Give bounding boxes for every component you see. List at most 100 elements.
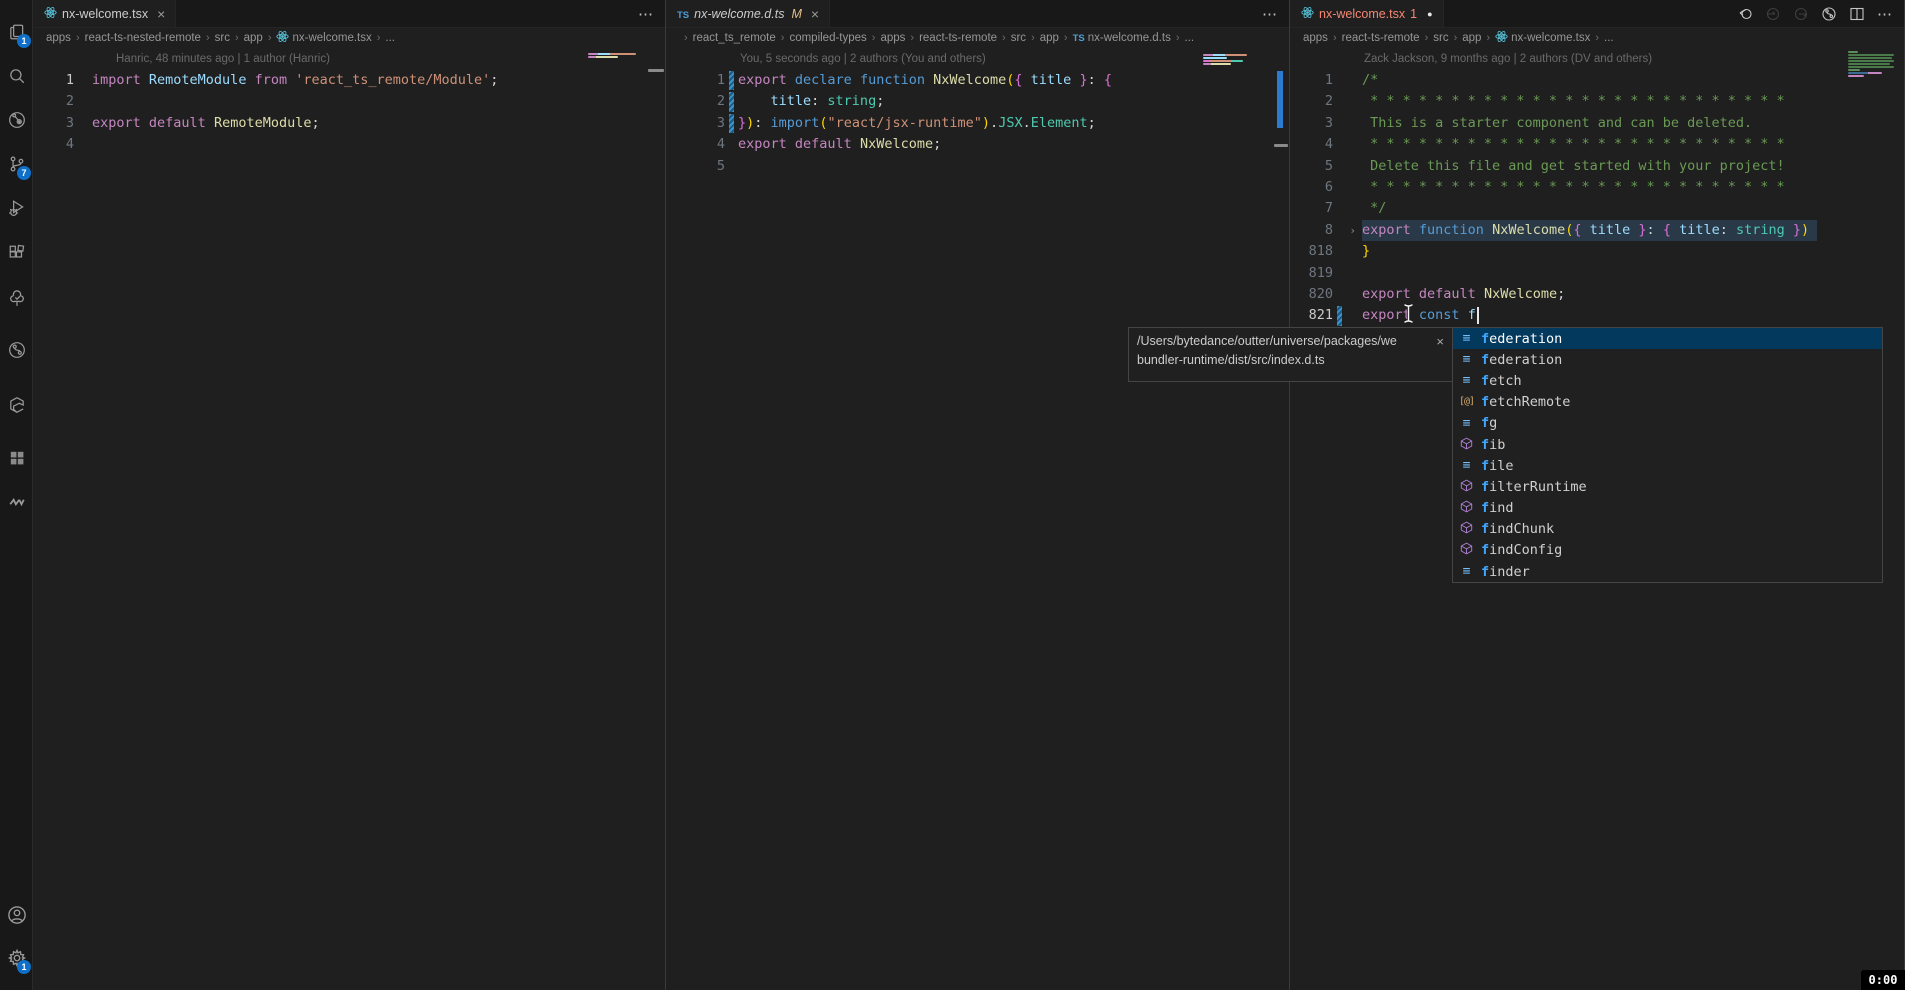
navigate-back-icon[interactable] <box>1737 6 1753 22</box>
breadcrumb-item[interactable]: app <box>1040 32 1059 44</box>
breadcrumb-item[interactable]: apps <box>46 32 71 44</box>
code-line[interactable]: 1import RemoteModule from 'react_ts_remo… <box>34 70 665 91</box>
code-line[interactable]: 820export default NxWelcome; <box>1291 284 1904 305</box>
breadcrumb-separator: › <box>1064 32 1068 44</box>
breadcrumb-item[interactable]: react-ts-remote <box>1342 32 1420 44</box>
editor-tab[interactable]: nx-welcome.tsx× <box>34 0 176 27</box>
breadcrumb-item[interactable]: src <box>1433 32 1448 44</box>
breadcrumb-item[interactable]: ... <box>1185 32 1195 44</box>
close-tab-icon[interactable]: × <box>811 6 819 22</box>
gutter <box>74 134 92 155</box>
suggest-item[interactable]: ≡fg <box>1453 413 1882 434</box>
pane-1-minimap-dash[interactable] <box>648 69 664 72</box>
tab-label: nx-welcome.tsx <box>1319 7 1405 21</box>
code-line[interactable]: 819 <box>1291 263 1904 284</box>
code-line[interactable]: 6 * * * * * * * * * * * * * * * * * * * … <box>1291 177 1904 198</box>
split-editor-icon[interactable] <box>1849 6 1865 22</box>
more-actions-icon[interactable]: ⋯ <box>638 5 653 23</box>
recording-timer: 0:00 <box>1861 970 1905 990</box>
activitybar-account-icon[interactable] <box>0 898 33 932</box>
suggest-item[interactable]: [@]fetchRemote <box>1453 392 1882 413</box>
suggest-item[interactable]: ≡federation <box>1453 328 1882 349</box>
breadcrumb-separator: › <box>76 32 80 44</box>
suggest-item[interactable]: findConfig <box>1453 540 1882 561</box>
code-line[interactable]: 4export default NxWelcome; <box>667 134 1289 155</box>
code-line[interactable]: 8›export function NxWelcome({ title }: {… <box>1291 220 1904 241</box>
pane-2-minimap-dash[interactable] <box>1274 144 1288 147</box>
suggest-item[interactable]: filterRuntime <box>1453 476 1882 497</box>
breadcrumb-item[interactable]: apps <box>1303 32 1328 44</box>
breadcrumb-item[interactable]: compiled-types <box>789 32 866 44</box>
code-line[interactable]: 5 Delete this file and get started with … <box>1291 156 1904 177</box>
activitybar-wave-icon[interactable] <box>0 485 33 519</box>
editor-tab[interactable]: nx-welcome.tsx1● <box>1291 0 1444 27</box>
activitybar-extensions-icon[interactable] <box>0 236 33 270</box>
activitybar-run-debug-icon[interactable] <box>0 191 33 225</box>
code-line[interactable]: 2 title: string; <box>667 91 1289 112</box>
breadcrumb-item[interactable]: react-ts-remote <box>919 32 997 44</box>
code-line[interactable]: 1export declare function NxWelcome({ tit… <box>667 70 1289 91</box>
activitybar-grid-icon[interactable] <box>0 441 33 475</box>
breadcrumb-item[interactable]: apps <box>880 32 905 44</box>
suggest-item[interactable]: find <box>1453 498 1882 519</box>
breadcrumb-separator: › <box>1454 32 1458 44</box>
activitybar-gitlens-icon[interactable] <box>0 103 33 137</box>
activitybar-hexagon-icon[interactable] <box>0 388 33 422</box>
breadcrumb-item[interactable]: nx-welcome.tsx <box>1495 30 1590 46</box>
code-line[interactable]: 7 */ <box>1291 198 1904 219</box>
code-line[interactable]: 2 <box>34 91 665 112</box>
code-line[interactable]: 821export const f <box>1291 305 1904 326</box>
code-line[interactable]: 2 * * * * * * * * * * * * * * * * * * * … <box>1291 91 1904 112</box>
suggest-item[interactable]: ≡fetch <box>1453 370 1882 391</box>
minimap-pane-3[interactable] <box>1848 51 1894 78</box>
text-cursor <box>1477 307 1479 324</box>
code-line[interactable]: 3export default RemoteModule; <box>34 113 665 134</box>
more-actions-icon[interactable]: ⋯ <box>1262 5 1277 23</box>
breadcrumb-item[interactable]: src <box>215 32 230 44</box>
code-text: export default RemoteModule; <box>92 113 320 134</box>
suggest-item[interactable]: ≡federation <box>1453 349 1882 370</box>
breadcrumb-item[interactable]: app <box>244 32 263 44</box>
fold-chevron-icon[interactable]: › <box>1349 220 1356 241</box>
breadcrumb-item[interactable]: react-ts-nested-remote <box>85 32 201 44</box>
breadcrumb-item[interactable]: app <box>1462 32 1481 44</box>
suggest-item[interactable]: fib <box>1453 434 1882 455</box>
git-modified-indicator: M <box>791 7 801 21</box>
suggest-item[interactable]: findChunk <box>1453 519 1882 540</box>
activitybar-tree-icon[interactable] <box>0 281 33 315</box>
activitybar-settings-gear-icon[interactable]: 1 <box>0 941 33 975</box>
close-tab-icon[interactable]: × <box>157 6 165 22</box>
more-actions-icon[interactable]: ⋯ <box>1877 5 1892 23</box>
breadcrumb-item[interactable]: src <box>1011 32 1026 44</box>
activitybar-explorer-icon[interactable]: 1 <box>0 15 33 49</box>
close-icon[interactable]: × <box>1436 334 1444 349</box>
line-number: 1 <box>34 70 74 91</box>
minimap-pane-2[interactable] <box>1203 54 1247 66</box>
breadcrumb-item[interactable]: ... <box>1604 32 1614 44</box>
activitybar-source-control-icon[interactable]: 7 <box>0 147 33 181</box>
breadcrumb-item[interactable]: react_ts_remote <box>693 32 776 44</box>
gutter <box>1333 305 1362 326</box>
editor-tab[interactable]: TSnx-welcome.d.tsM× <box>667 0 830 27</box>
ts-file-icon: TS <box>677 7 689 21</box>
breadcrumb-item[interactable]: ... <box>385 32 395 44</box>
suggest-item[interactable]: ≡file <box>1453 455 1882 476</box>
breadcrumb-separator: › <box>910 32 914 44</box>
breadcrumb-separator: › <box>268 32 272 44</box>
suggest-item[interactable]: ≡finder <box>1453 561 1882 582</box>
minimap-pane-1[interactable] <box>588 53 636 59</box>
code-line[interactable]: 5 <box>667 156 1289 177</box>
git-graph-action-icon[interactable] <box>1821 6 1837 22</box>
dirty-indicator-icon[interactable]: ● <box>1427 9 1432 19</box>
line-number: 2 <box>667 91 725 112</box>
activitybar-git-graph-icon[interactable] <box>0 333 33 367</box>
code-line[interactable]: 4 <box>34 134 665 155</box>
breadcrumb-item[interactable]: TSnx-welcome.d.ts <box>1073 32 1171 44</box>
code-line[interactable]: 1/* <box>1291 70 1904 91</box>
code-line[interactable]: 3 This is a starter component and can be… <box>1291 113 1904 134</box>
activitybar-search-icon[interactable] <box>0 59 33 93</box>
code-line[interactable]: 818} <box>1291 241 1904 262</box>
breadcrumb-item[interactable]: nx-welcome.tsx <box>276 30 371 46</box>
code-line[interactable]: 3}): import("react/jsx-runtime").JSX.Ele… <box>667 113 1289 134</box>
code-line[interactable]: 4 * * * * * * * * * * * * * * * * * * * … <box>1291 134 1904 155</box>
